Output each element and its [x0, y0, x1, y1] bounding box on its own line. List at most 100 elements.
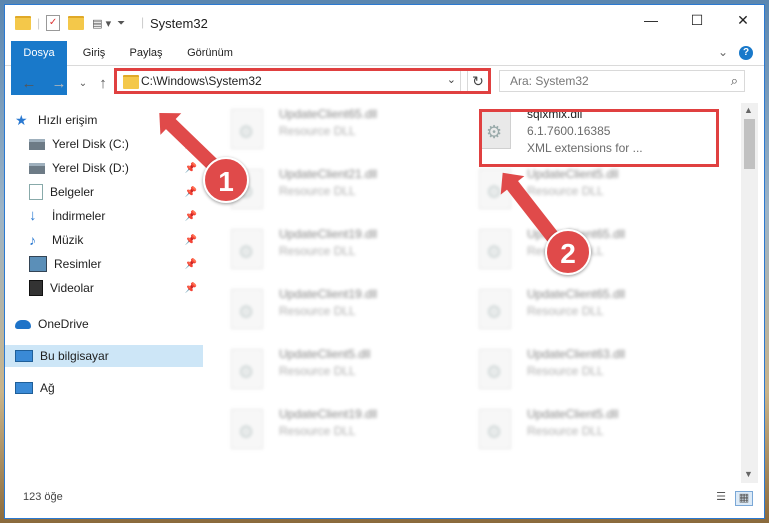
dll-file-icon — [479, 289, 511, 329]
sidebar-item-label: İndirmeler — [52, 209, 106, 223]
file-name: UpdateClient65.dll — [279, 107, 378, 121]
window-title: System32 — [150, 16, 208, 31]
tab-home[interactable]: Giriş — [73, 41, 115, 65]
expand-ribbon-icon[interactable]: ⌄ — [718, 45, 728, 59]
scroll-up-icon[interactable]: ▲ — [744, 105, 753, 115]
file-type: Resource DLL — [279, 124, 356, 138]
navigation-pane: ★ Hızlı erişim Yerel Disk (C:) 📌 Yerel D… — [5, 103, 205, 483]
computer-icon — [15, 350, 33, 362]
sidebar-item-label: OneDrive — [38, 317, 89, 331]
toolbar-dropdown-icon[interactable]: ⏷ — [117, 18, 125, 29]
list-item[interactable]: UpdateClient19.dll Resource DLL — [209, 285, 439, 339]
quick-access-toolbar: | ✓ ▤ ▾ ⏷ — [15, 14, 125, 32]
music-icon: ♪ — [29, 232, 36, 248]
close-button[interactable]: ✕ — [720, 5, 764, 35]
file-name: UpdateClient5.dll — [527, 167, 619, 181]
details-view-icon[interactable]: ☰ — [713, 491, 729, 504]
list-item[interactable]: UpdateClient65.dll Resource DLL — [457, 285, 687, 339]
dll-file-icon — [479, 229, 511, 269]
list-item[interactable]: UpdateClient63.dll Resource DLL — [457, 345, 687, 399]
sidebar-item-label: Videolar — [50, 281, 94, 295]
documents-icon — [29, 184, 43, 200]
sidebar-item-local-disk-d[interactable]: Yerel Disk (D:) 📌 — [29, 157, 203, 179]
sidebar-item-downloads[interactable]: ↓ İndirmeler 📌 — [29, 205, 203, 227]
tab-share[interactable]: Paylaş — [121, 41, 171, 65]
sidebar-item-label: Ağ — [40, 381, 55, 395]
list-item[interactable]: UpdateClient19.dll Resource DLL — [209, 405, 439, 459]
navigation-bar: ← → ⌄ ↑ C:\Windows\System32 ⌄ ↻ Ara: Sys… — [5, 66, 764, 102]
file-name: UpdateClient19.dll — [279, 287, 378, 301]
dll-file-icon — [231, 349, 263, 389]
help-icon[interactable]: ? — [739, 46, 753, 60]
scroll-down-icon[interactable]: ▼ — [744, 469, 753, 479]
item-count: 123 öğe — [23, 491, 63, 503]
file-name: UpdateClient63.dll — [527, 347, 626, 361]
dll-file-icon — [479, 409, 511, 449]
recent-locations-button[interactable]: ⌄ — [73, 73, 93, 93]
pictures-icon — [29, 256, 47, 272]
dll-file-icon — [231, 109, 263, 149]
list-item[interactable]: UpdateClient19.dll Resource DLL — [209, 225, 439, 279]
large-icons-view-icon[interactable]: ▦ — [735, 491, 753, 506]
file-type: Resource DLL — [527, 304, 604, 318]
list-item[interactable]: UpdateClient5.dll Resource DLL — [457, 165, 687, 219]
file-name: UpdateClient5.dll — [527, 407, 619, 421]
dll-file-icon — [479, 349, 511, 389]
file-highlight-box — [479, 109, 719, 167]
sidebar-item-this-pc[interactable]: Bu bilgisayar — [5, 345, 203, 367]
customize-toolbar-icon[interactable]: ▤ ▾ — [92, 17, 111, 30]
explorer-window: | ✓ ▤ ▾ ⏷ | System32 — ☐ ✕ Dosya Giriş P… — [4, 4, 765, 519]
list-item[interactable]: UpdateClient65.dll Resource DLL — [209, 105, 439, 159]
pin-icon[interactable]: 📌 — [185, 187, 197, 198]
callout-badge-1: 1 — [203, 157, 249, 203]
sidebar-item-music[interactable]: ♪ Müzik 📌 — [29, 229, 203, 251]
dll-file-icon — [231, 409, 263, 449]
up-button[interactable]: ↑ — [93, 73, 113, 93]
file-type: Resource DLL — [527, 184, 604, 198]
status-bar: 123 öğe ☰ ▦ — [5, 485, 764, 515]
cloud-icon — [15, 319, 31, 329]
pin-icon[interactable]: 📌 — [185, 211, 197, 222]
sidebar-item-network[interactable]: Ağ — [15, 377, 213, 399]
list-item[interactable]: UpdateClient5.dll Resource DLL — [457, 405, 687, 459]
callout-badge-2: 2 — [545, 229, 591, 275]
pin-icon[interactable]: 📌 — [185, 235, 197, 246]
file-type: Resource DLL — [279, 184, 356, 198]
file-type: Resource DLL — [527, 364, 604, 378]
back-button[interactable]: ← — [19, 73, 39, 93]
maximize-button[interactable]: ☐ — [674, 5, 720, 35]
file-type: Resource DLL — [279, 304, 356, 318]
pin-icon[interactable]: 📌 — [185, 163, 197, 174]
sidebar-item-onedrive[interactable]: OneDrive — [15, 313, 213, 335]
sidebar-item-label: Bu bilgisayar — [40, 349, 109, 363]
search-input[interactable]: Ara: System32 ⌕ — [499, 70, 745, 92]
scroll-thumb[interactable] — [744, 119, 755, 169]
properties-icon[interactable]: ✓ — [46, 15, 61, 31]
address-highlight-box — [114, 68, 491, 94]
sidebar-item-documents[interactable]: Belgeler 📌 — [29, 181, 203, 203]
file-name: UpdateClient19.dll — [279, 407, 378, 421]
file-name: UpdateClient19.dll — [279, 227, 378, 241]
sidebar-item-label: Yerel Disk (C:) — [52, 137, 129, 151]
file-type: Resource DLL — [279, 424, 356, 438]
drive-icon — [29, 162, 45, 174]
star-icon: ★ — [15, 112, 28, 128]
drive-icon — [29, 138, 45, 150]
tab-view[interactable]: Görünüm — [179, 41, 241, 65]
file-list: UpdateClient65.dll Resource DLL UpdateCl… — [209, 103, 741, 481]
pin-icon[interactable]: 📌 — [185, 259, 197, 270]
vertical-scrollbar[interactable]: ▲ ▼ — [741, 103, 758, 483]
sidebar-item-videos[interactable]: Videolar 📌 — [29, 277, 203, 299]
list-item[interactable]: UpdateClient5.dll Resource DLL — [209, 345, 439, 399]
pin-icon[interactable]: 📌 — [185, 283, 197, 294]
sidebar-item-label: Resimler — [54, 257, 102, 271]
new-folder-icon[interactable] — [68, 16, 85, 30]
forward-button[interactable]: → — [49, 73, 69, 93]
file-type: Resource DLL — [527, 424, 604, 438]
file-name: UpdateClient5.dll — [279, 347, 371, 361]
sidebar-item-label: Belgeler — [50, 185, 95, 199]
search-placeholder: Ara: System32 — [510, 74, 589, 88]
title-bar: | ✓ ▤ ▾ ⏷ | System32 — ☐ ✕ — [5, 5, 764, 41]
sidebar-item-pictures[interactable]: Resimler 📌 — [29, 253, 203, 275]
minimize-button[interactable]: — — [628, 5, 674, 35]
